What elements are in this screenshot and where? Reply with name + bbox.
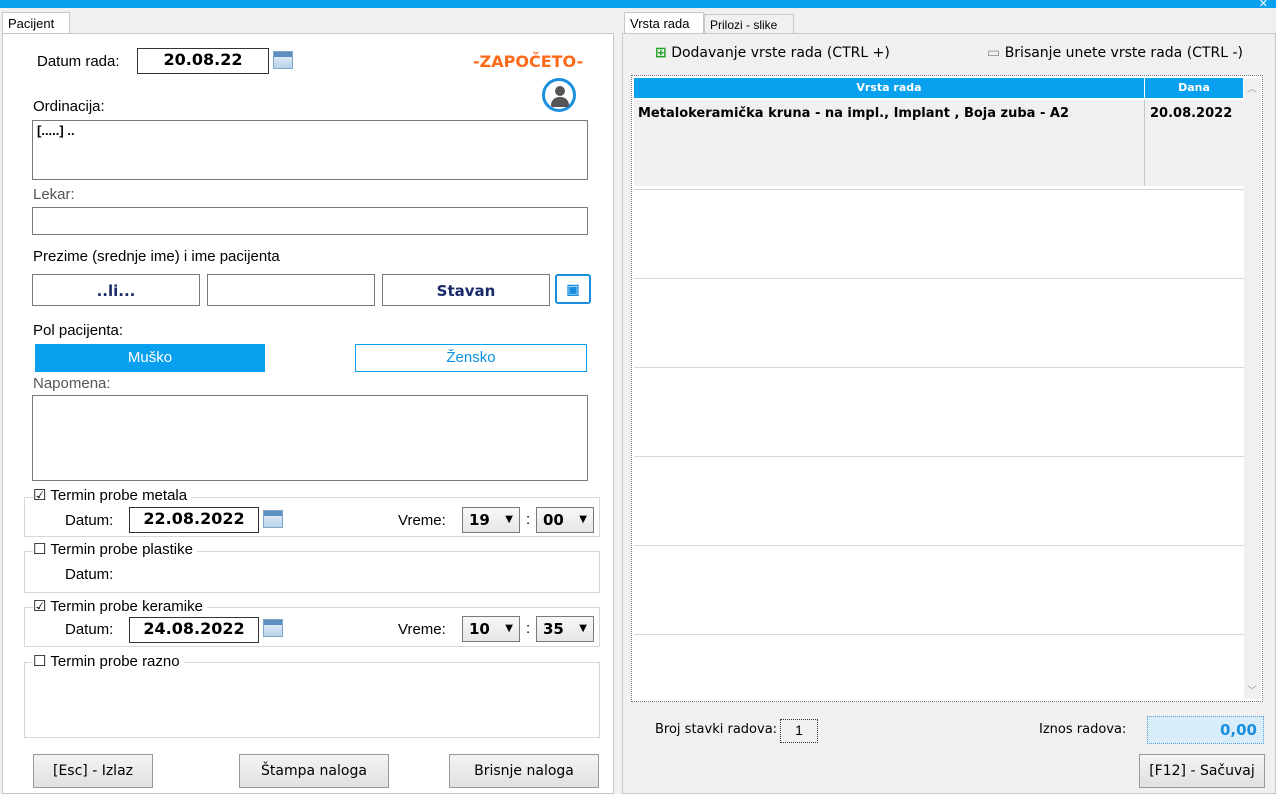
delete-document-icon: ▭: [987, 45, 1001, 61]
tab-vrsta-rada[interactable]: Vrsta rada: [624, 12, 704, 34]
work-panel: ⊞ Dodavanje vrste rada (CTRL +) ▭ Brisan…: [622, 33, 1276, 794]
izlaz-button[interactable]: [Esc] - Izlaz: [33, 754, 153, 788]
napomena-label: Napomena:: [33, 375, 111, 392]
tab-pacijent-label: Pacijent: [8, 16, 55, 31]
chevron-down-icon: ▼: [579, 623, 587, 634]
termin-metala-checkbox[interactable]: ☑ Termin probe metala: [33, 486, 192, 504]
termin-metala-datum-field[interactable]: 22.08.2022: [129, 507, 259, 533]
sacuvaj-button[interactable]: [F12] - Sačuvaj: [1139, 754, 1265, 788]
delete-work-label: Brisanje unete vrste rada (CTRL -): [1004, 45, 1243, 61]
table-row[interactable]: Metalokeramička kruna - na impl., Implan…: [634, 100, 1244, 186]
termin-metala-datum-label: Datum:: [65, 512, 114, 529]
broj-stavki-value: 1: [780, 719, 818, 743]
checkbox-icon[interactable]: ☑: [33, 598, 46, 615]
chevron-down-icon[interactable]: ﹀: [1247, 682, 1257, 697]
time-colon: :: [526, 620, 531, 637]
tab-vrsta-rada-label: Vrsta rada: [630, 16, 690, 31]
column-header-vrsta[interactable]: Vrsta rada: [634, 78, 1144, 98]
stampa-naloga-button[interactable]: Štampa naloga: [239, 754, 389, 788]
iznos-radova-value: 0,00: [1147, 716, 1264, 744]
hour-value: 10: [469, 620, 490, 638]
datum-rada-field[interactable]: 20.08.22: [137, 48, 269, 74]
termin-plastike-checkbox[interactable]: ☐ Termin probe plastike: [33, 540, 197, 558]
work-grid: Vrsta rada Dana Metalokeramička kruna - …: [631, 75, 1263, 702]
calendar-icon[interactable]: [273, 51, 293, 69]
title-bar: ✕: [0, 0, 1276, 10]
ime-field[interactable]: Stavan: [382, 274, 550, 306]
delete-work-button[interactable]: ▭ Brisanje unete vrste rada (CTRL -): [987, 45, 1243, 61]
ordinacija-label: Ordinacija:: [33, 98, 105, 115]
napomena-field[interactable]: [32, 395, 588, 481]
termin-razno-group: [24, 662, 600, 738]
tab-prilozi-label: Prilozi - slike: [710, 18, 778, 32]
row-vrsta-cell: Metalokeramička kruna - na impl., Implan…: [638, 106, 1070, 121]
termin-metala-vreme-label: Vreme:: [398, 512, 446, 529]
status-badge: -ZAPOČETO-: [473, 52, 584, 71]
termin-plastike-datum-label: Datum:: [65, 566, 114, 583]
zensko-toggle[interactable]: Žensko: [355, 344, 587, 372]
sync-user-icon[interactable]: [542, 78, 576, 112]
tab-prilozi[interactable]: Prilozi - slike: [704, 14, 794, 34]
id-card-icon[interactable]: ▣: [555, 274, 591, 304]
hour-value: 19: [469, 511, 490, 529]
ordinacija-field[interactable]: [.....] ..: [32, 120, 588, 180]
termin-razno-checkbox[interactable]: ☐ Termin probe razno: [33, 652, 184, 670]
termin-keramike-vreme-label: Vreme:: [398, 621, 446, 638]
minute-value: 00: [543, 511, 564, 529]
lekar-label: Lekar:: [33, 186, 75, 203]
prezime-field[interactable]: ..li...: [32, 274, 200, 306]
datum-rada-label: Datum rada:: [37, 53, 120, 70]
termin-metala-title: Termin probe metala: [50, 487, 188, 504]
musko-toggle[interactable]: Muško: [35, 344, 265, 372]
calendar-icon[interactable]: [263, 510, 283, 528]
pol-label: Pol pacijenta:: [33, 322, 124, 339]
termin-keramike-checkbox[interactable]: ☑ Termin probe keramike: [33, 597, 207, 615]
termin-metala-minute-select[interactable]: 00 ▼: [536, 507, 594, 533]
name-label: Prezime (srednje ime) i ime pacijenta: [33, 248, 280, 265]
add-work-button[interactable]: ⊞ Dodavanje vrste rada (CTRL +): [655, 45, 890, 61]
srednje-ime-field[interactable]: [207, 274, 375, 306]
column-header-dana[interactable]: Dana: [1145, 78, 1243, 98]
termin-keramike-hour-select[interactable]: 10 ▼: [462, 616, 520, 642]
termin-keramike-datum-field[interactable]: 24.08.2022: [129, 617, 259, 643]
termin-razno-title: Termin probe razno: [50, 653, 180, 670]
chevron-up-icon[interactable]: ︿: [1247, 80, 1257, 95]
time-colon: :: [526, 511, 531, 528]
termin-keramike-datum-label: Datum:: [65, 621, 114, 638]
checkbox-icon[interactable]: ☐: [33, 653, 46, 670]
chevron-down-icon: ▼: [505, 514, 513, 525]
calendar-icon[interactable]: [263, 619, 283, 637]
checkbox-icon[interactable]: ☐: [33, 541, 46, 558]
iznos-radova-label: Iznos radova:: [1039, 722, 1127, 737]
minute-value: 35: [543, 620, 564, 638]
broj-stavki-label: Broj stavki radova:: [655, 722, 778, 737]
add-document-icon: ⊞: [655, 45, 667, 61]
termin-plastike-title: Termin probe plastike: [50, 541, 193, 558]
row-dana-cell: 20.08.2022: [1150, 106, 1233, 121]
add-work-label: Dodavanje vrste rada (CTRL +): [671, 45, 890, 61]
vertical-scrollbar[interactable]: ︿ ﹀: [1244, 78, 1261, 699]
tab-pacijent[interactable]: Pacijent: [2, 12, 70, 34]
brisanje-naloga-button[interactable]: Brisnje naloga: [449, 754, 599, 788]
close-icon[interactable]: ✕: [1259, 0, 1268, 10]
chevron-down-icon: ▼: [505, 623, 513, 634]
termin-metala-hour-select[interactable]: 19 ▼: [462, 507, 520, 533]
chevron-down-icon: ▼: [579, 514, 587, 525]
patient-panel: Datum rada: 20.08.22 -ZAPOČETO- Ordinaci…: [2, 33, 614, 794]
termin-keramike-minute-select[interactable]: 35 ▼: [536, 616, 594, 642]
lekar-field[interactable]: [32, 207, 588, 235]
checkbox-icon[interactable]: ☑: [33, 487, 46, 504]
termin-keramike-title: Termin probe keramike: [50, 598, 203, 615]
